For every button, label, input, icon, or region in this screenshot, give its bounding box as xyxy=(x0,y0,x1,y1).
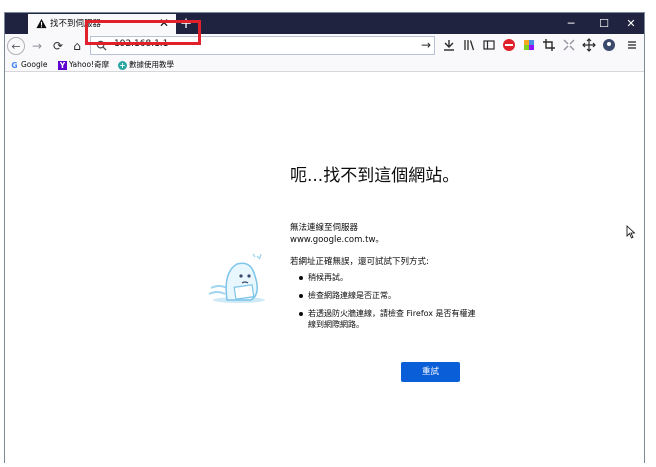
error-description-line2: www.google.com.tw。 xyxy=(290,235,384,245)
bookmark-label: Google xyxy=(21,60,48,69)
menu-icon[interactable] xyxy=(625,38,639,52)
close-window-button[interactable]: ✕ xyxy=(616,13,646,34)
url-highlight-box xyxy=(85,20,201,45)
screenshot-icon[interactable] xyxy=(562,38,576,52)
bookmark-yahoo[interactable]: Y Yahoo!奇摩 xyxy=(58,58,109,71)
list-item: 若透過防火牆連線，請檢查 Firefox 是否有權連線到網際網路。 xyxy=(299,308,478,330)
bookmarks-toolbar: G Google Y Yahoo!奇摩 + 數據使用教學 xyxy=(5,58,644,72)
error-page: 呃...找不到這個網站。 無法連線至伺服器 www.google.com.tw。… xyxy=(5,72,644,463)
bookmark-label: 數據使用教學 xyxy=(129,60,174,69)
retry-button[interactable]: 重試 xyxy=(401,362,460,382)
vpn-icon[interactable] xyxy=(602,38,616,52)
bookmark-data-usage[interactable]: + 數據使用教學 xyxy=(118,58,174,71)
confused-monster-illustration xyxy=(208,253,265,303)
google-icon: G xyxy=(11,61,18,70)
mouse-cursor-icon xyxy=(626,225,636,239)
go-arrow-icon[interactable]: → xyxy=(421,37,431,54)
yahoo-icon: Y xyxy=(58,61,67,70)
list-item: 稍候再試。 xyxy=(299,272,478,283)
extension-icon[interactable] xyxy=(522,38,536,52)
forward-button[interactable]: → xyxy=(27,36,47,56)
error-suggestion-list: 稍候再試。 檢查網路連線是否正常。 若透過防火牆連線，請檢查 Firefox 是… xyxy=(298,272,478,337)
sidebar-icon[interactable] xyxy=(482,38,496,52)
reload-button[interactable]: ⟳ xyxy=(48,36,68,56)
error-description-line1: 無法連線至伺服器 xyxy=(290,223,359,233)
home-button[interactable]: ⌂ xyxy=(67,36,87,56)
data-usage-icon: + xyxy=(118,61,127,70)
error-description: 無法連線至伺服器 www.google.com.tw。 xyxy=(290,222,384,246)
bookmark-google[interactable]: G Google xyxy=(10,58,47,71)
back-button[interactable]: ← xyxy=(7,37,25,55)
pocket-icon[interactable] xyxy=(442,38,456,52)
error-title: 呃...找不到這個網站。 xyxy=(290,166,460,186)
library-icon[interactable] xyxy=(462,38,476,52)
move-icon[interactable] xyxy=(582,38,596,52)
crop-icon[interactable] xyxy=(542,38,556,52)
maximize-button[interactable]: ☐ xyxy=(589,13,619,34)
list-item: 檢查網路連線是否正常。 xyxy=(299,290,478,301)
browser-window: 找不到伺服器 ✕ + ─ ☐ ✕ ← → ⟳ ⌂ 192.168.1.1 → G… xyxy=(4,12,645,463)
adblock-icon[interactable] xyxy=(502,38,516,52)
error-suggestion-heading: 若網址正確無誤，還可試試下列方式: xyxy=(290,257,429,267)
minimize-button[interactable]: ─ xyxy=(556,13,586,34)
warning-icon xyxy=(36,18,47,29)
bookmark-label: Yahoo!奇摩 xyxy=(69,60,110,69)
